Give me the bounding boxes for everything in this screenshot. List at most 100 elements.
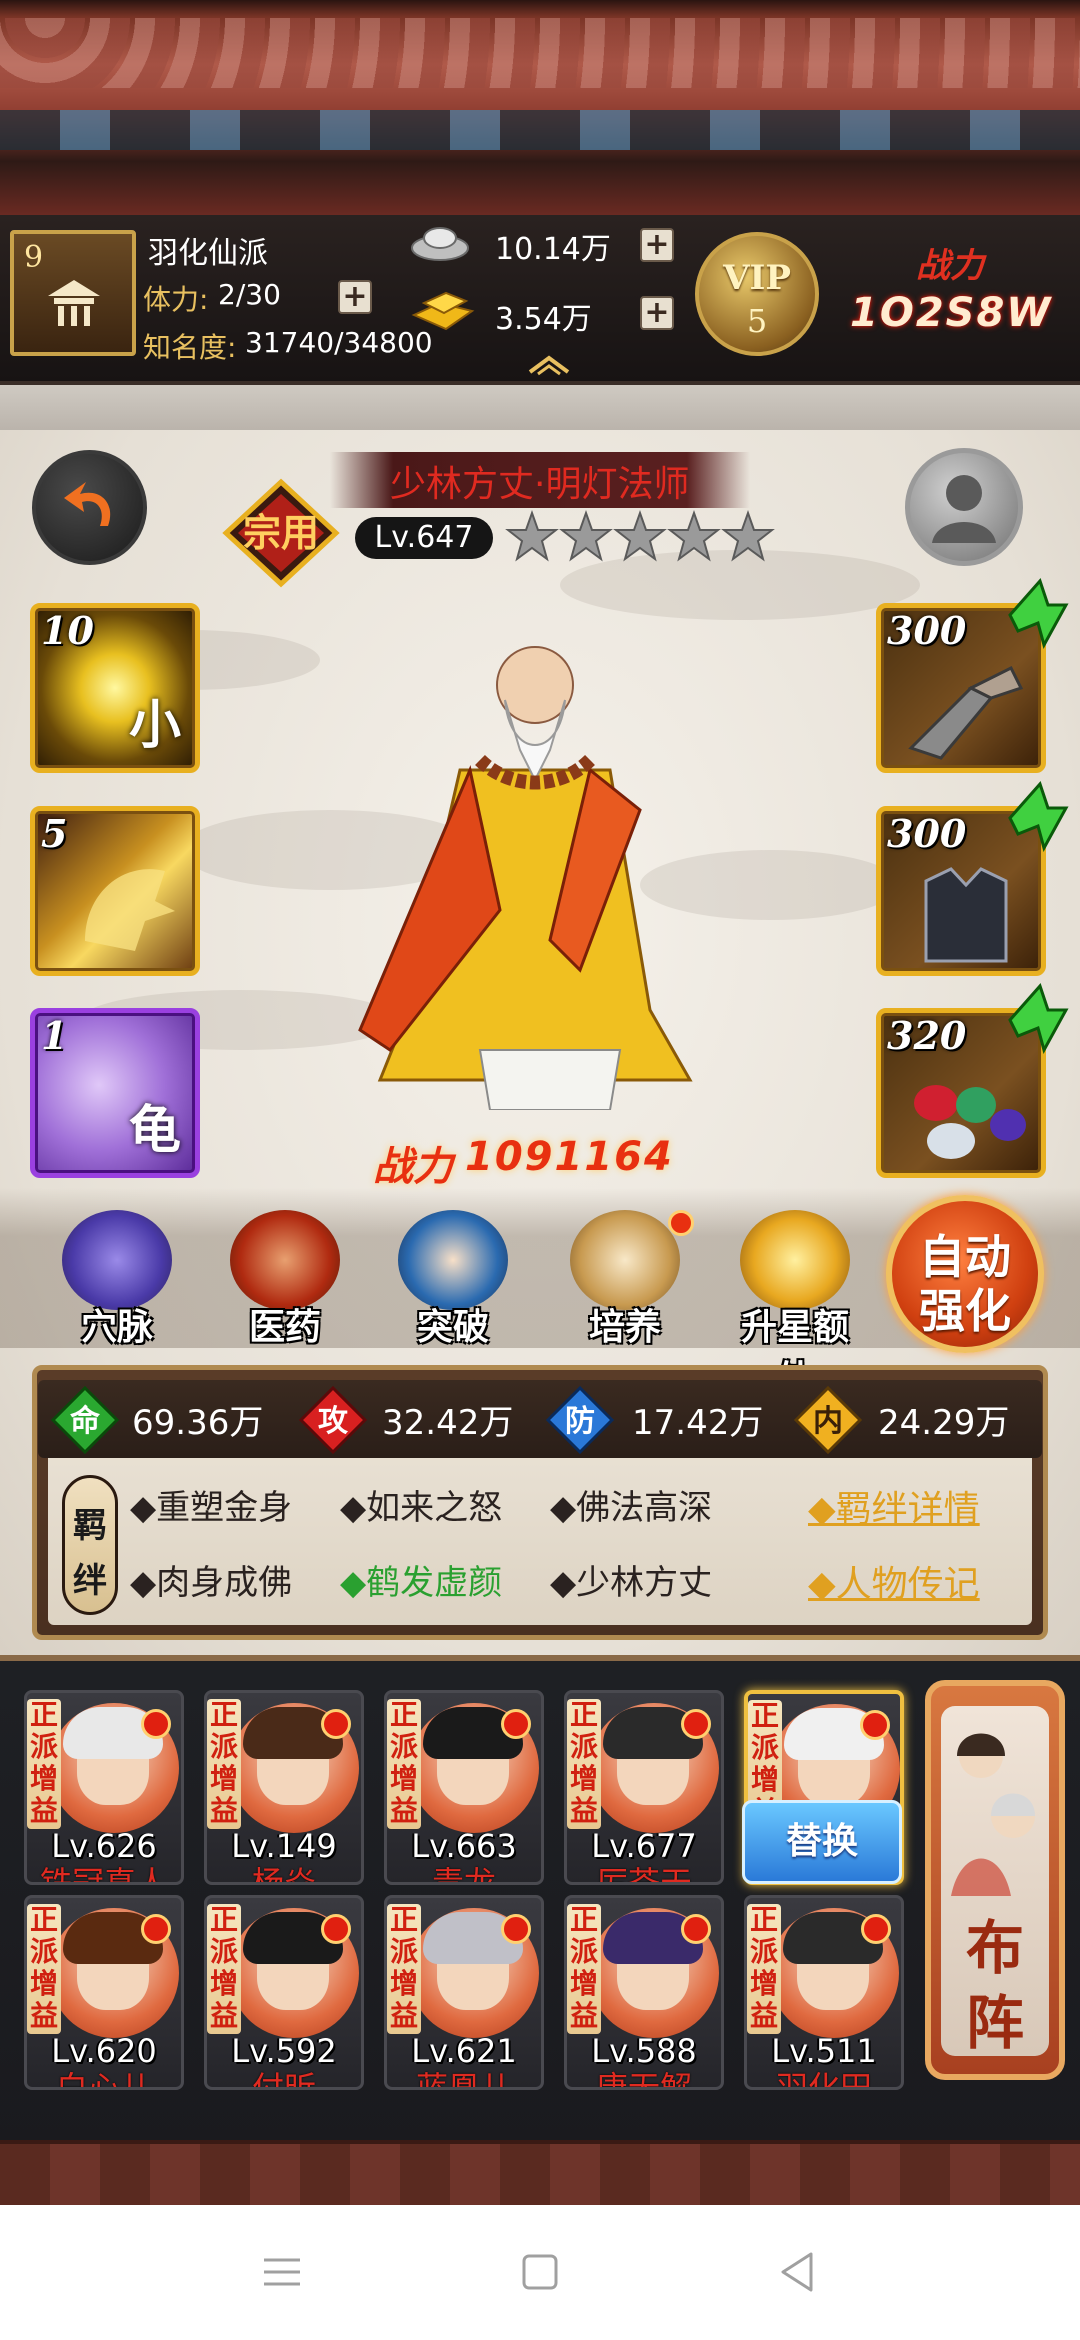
menu-icon[interactable] <box>260 2250 304 2294</box>
equip-level: 300 <box>887 608 967 653</box>
svg-text:内: 内 <box>813 1404 843 1439</box>
silver-ingot-icon <box>411 227 469 261</box>
back-nav-icon[interactable] <box>775 2250 819 2294</box>
auto-strengthen-button[interactable]: 自动 强化 <box>886 1195 1044 1353</box>
member-name: 唐无解 <box>595 2069 692 2090</box>
pavilion-icon <box>48 280 100 326</box>
action-label: 医药 <box>248 1306 321 1348</box>
gems-icon <box>914 1085 1026 1159</box>
faction-bonus-tag: 正派增益 <box>207 1699 241 1829</box>
herb-icon <box>230 1210 340 1310</box>
member-name: 铁冠真人 <box>39 1864 168 1885</box>
replace-button[interactable]: 替换 <box>742 1800 902 1884</box>
faction-bonus-tag: 正派增益 <box>207 1904 241 2034</box>
gift-icon <box>740 1210 850 1310</box>
team-member-card[interactable]: 正派增益 Lv.592 付昕 <box>204 1895 364 2090</box>
action-acupoints[interactable]: 穴脉 <box>52 1210 182 1350</box>
action-breakthrough[interactable]: 突破 <box>388 1210 518 1350</box>
member-name: 杨焱 <box>251 1864 316 1885</box>
gold-amount: 3.54万 <box>495 302 592 337</box>
notification-dot <box>501 1709 531 1739</box>
silver-amount: 10.14万 <box>495 232 611 267</box>
hp-stat-icon: 命 <box>50 1385 120 1455</box>
equip-level: 300 <box>887 811 967 856</box>
rank-badge: 宗用 <box>222 478 340 588</box>
bond-item-active: ◆鹤发虚颜 <box>340 1563 503 1603</box>
character-bio-link[interactable]: ◆人物传记 <box>808 1555 980 1607</box>
team-member-card[interactable]: 正派增益 Lv.626 铁冠真人 <box>24 1690 184 1885</box>
action-cultivate[interactable]: 培养 <box>560 1210 694 1350</box>
star-icon <box>721 510 775 562</box>
gold-add-button[interactable]: + <box>640 296 674 330</box>
internal-stat-value: 24.29万 <box>878 1403 1010 1443</box>
star-icon <box>613 510 667 562</box>
hero-figure <box>358 646 693 1110</box>
skill-glyph: 小 <box>128 695 181 756</box>
action-label: 突破 <box>416 1306 489 1348</box>
action-label: 穴脉 <box>80 1306 153 1348</box>
fame-value: 31740/34800 <box>245 326 433 359</box>
team-member-card[interactable]: 正派增益 Lv.663 青龙 <box>384 1690 544 1885</box>
chevron-up-icon[interactable] <box>526 352 572 376</box>
team-member-card[interactable]: 正派增益 Lv.511 羽化田 <box>744 1895 904 2090</box>
divider-band <box>0 385 1080 433</box>
team-member-card[interactable]: 正派增益 Lv.677 厉苍天 <box>564 1690 724 1885</box>
notification-dot <box>501 1914 531 1944</box>
svg-text:防: 防 <box>565 1404 595 1439</box>
notification-dot <box>141 1709 171 1739</box>
faction-bonus-tag: 正派增益 <box>567 1699 601 1829</box>
team-member-card[interactable]: 正派增益 Lv.620 白心儿 <box>24 1895 184 2090</box>
total-power: 战力 1O2S8W <box>840 238 1075 358</box>
defense-stat-value: 17.42万 <box>632 1403 764 1443</box>
total-power-value: 1O2S8W <box>850 290 1053 336</box>
home-icon[interactable] <box>518 2250 562 2294</box>
equip-level: 320 <box>887 1013 967 1058</box>
back-arrow-icon <box>64 482 111 526</box>
silver-add-button[interactable]: + <box>640 228 674 262</box>
sect-emblem[interactable]: 9 <box>10 230 136 356</box>
member-name: 羽化田 <box>775 2069 872 2090</box>
team-member-card[interactable]: 正派增益 Lv.149 杨焱 <box>204 1690 364 1885</box>
roof-decoration <box>0 0 1080 215</box>
monk-portrait-button[interactable] <box>905 448 1023 566</box>
formation-button[interactable]: 布 阵 <box>925 1680 1065 2080</box>
action-star-extra[interactable]: 升星额外 <box>730 1210 860 1400</box>
notification-dot <box>861 1914 891 1944</box>
faction-bonus-tag: 正派增益 <box>567 1904 601 2034</box>
back-button[interactable] <box>32 450 147 565</box>
bond-item: ◆如来之怒 <box>340 1488 503 1528</box>
notification-dot <box>668 1210 694 1236</box>
skill-slot-2[interactable]: 5 <box>30 806 200 976</box>
notification-dot <box>681 1709 711 1739</box>
skill-glyph: 龟 <box>128 1100 181 1161</box>
stamina-add-button[interactable]: + <box>338 280 372 314</box>
bond-item: ◆重塑金身 <box>130 1488 293 1528</box>
skill-slot-3[interactable]: 1 龟 <box>30 1008 200 1178</box>
member-name: 蓝凰儿 <box>415 2069 512 2090</box>
hp-stat-value: 69.36万 <box>132 1403 264 1443</box>
bond-item: ◆少林方丈 <box>550 1563 713 1603</box>
team-member-card[interactable]: 正派增益 Lv.588 唐无解 <box>564 1895 724 2090</box>
skill-slot-1[interactable]: 10 小 <box>30 603 200 773</box>
vip-badge[interactable]: VIP 5 <box>695 232 819 356</box>
tiger-icon <box>85 869 175 951</box>
total-power-label: 战力 <box>916 246 984 286</box>
hero-power-label: 战力 <box>373 1144 453 1190</box>
bonds-label-top: 羁 <box>73 1506 107 1546</box>
formation-line1: 布 <box>965 1914 1024 1982</box>
hero-title: 少林方丈·明灯法师 <box>390 464 690 505</box>
bond-details-link[interactable]: ◆羁绊详情 <box>808 1480 980 1532</box>
action-medicine[interactable]: 医药 <box>220 1210 350 1350</box>
svg-text:命: 命 <box>70 1404 101 1439</box>
stamina-label: 体力: <box>143 283 209 316</box>
skill-level: 1 <box>41 1013 68 1058</box>
attack-stat-value: 32.42万 <box>382 1403 514 1443</box>
stamina-value: 2/30 <box>218 278 281 311</box>
fame-label: 知名度: <box>143 331 237 364</box>
team-member-card[interactable]: 正派增益 Lv.621 蓝凰儿 <box>384 1895 544 2090</box>
gold-ingot-icon <box>411 291 475 331</box>
internal-stat-icon: 内 <box>793 1385 863 1455</box>
bonds-label: 羁 绊 <box>62 1475 118 1615</box>
vip-label: VIP <box>723 258 791 298</box>
auto-strengthen-line2: 强化 <box>919 1284 1011 1338</box>
